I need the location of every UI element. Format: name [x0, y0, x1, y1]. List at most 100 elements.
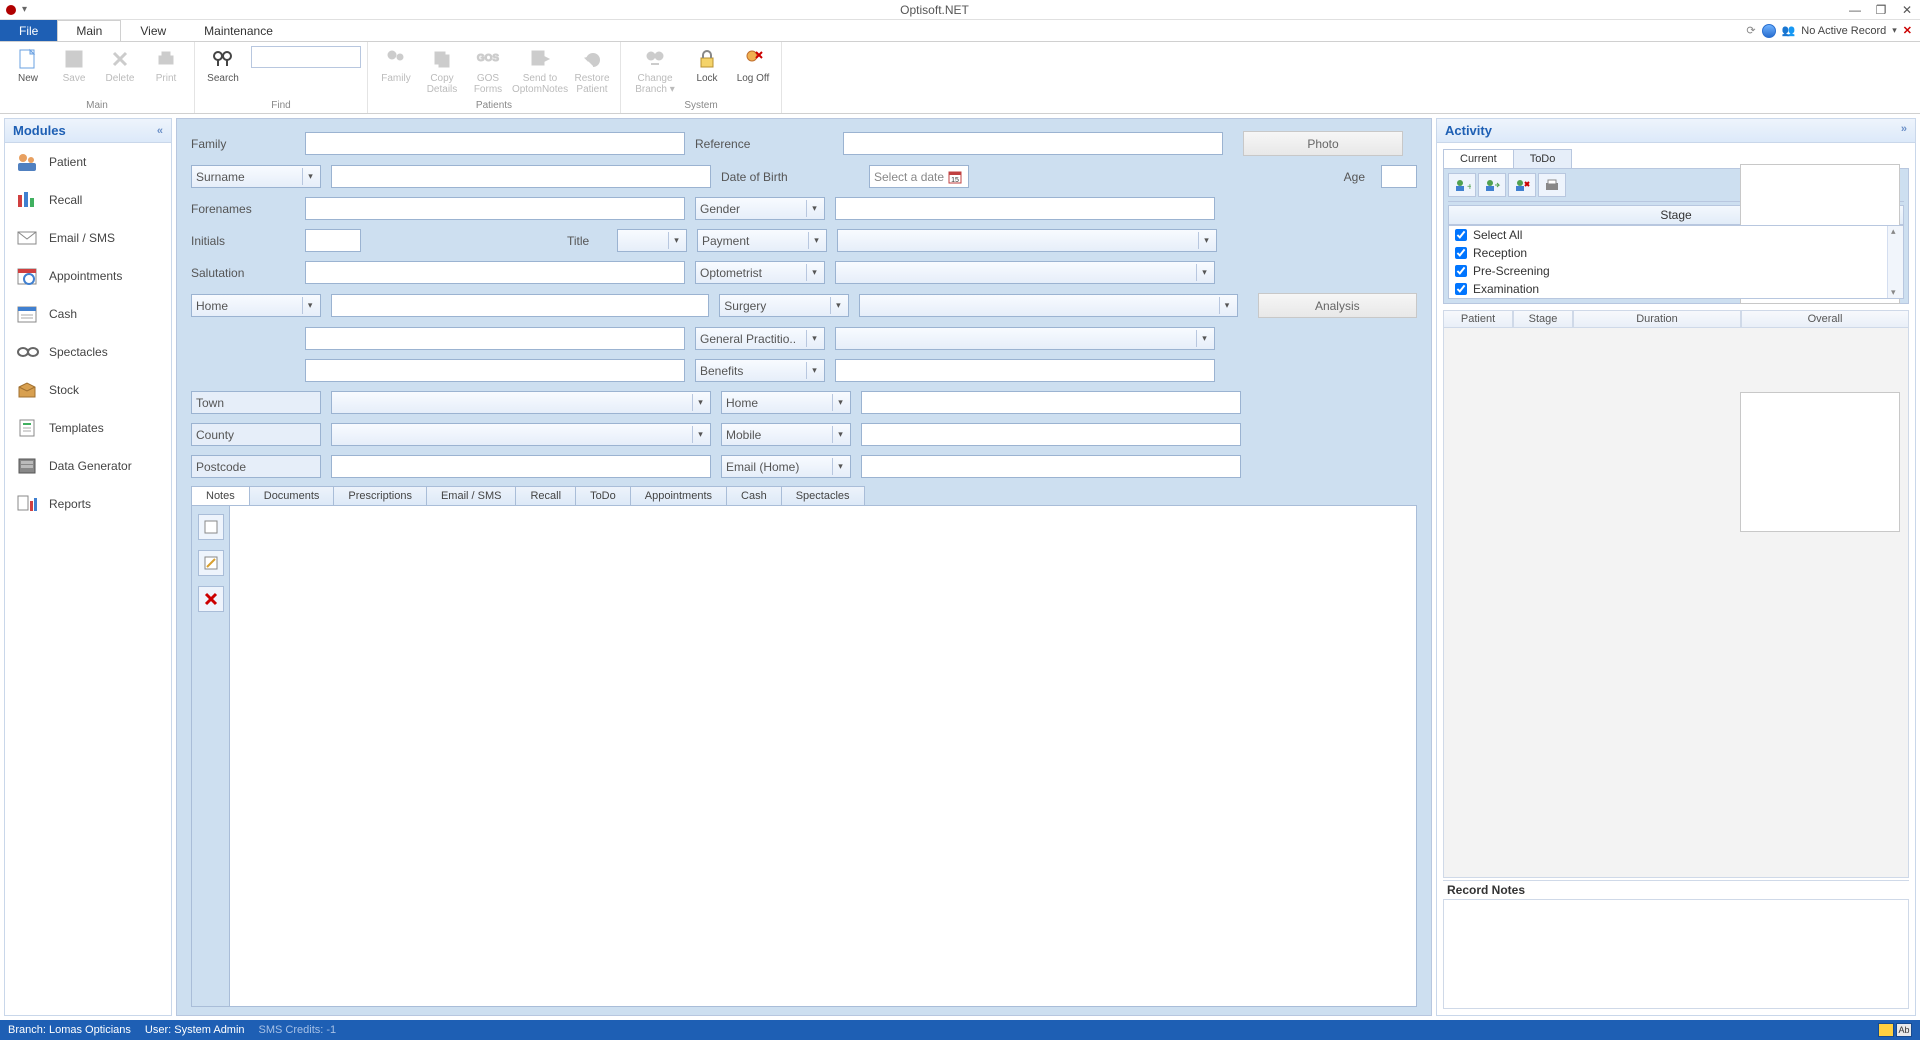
surgery-value[interactable]	[859, 294, 1238, 317]
tab-email-sms[interactable]: Email / SMS	[426, 486, 517, 505]
move-patient-icon[interactable]	[1478, 173, 1506, 197]
tab-recall[interactable]: Recall	[515, 486, 576, 505]
email-home-input[interactable]	[861, 455, 1241, 478]
checklist-scrollbar[interactable]	[1887, 226, 1903, 298]
lock-button[interactable]: Lock	[685, 44, 729, 84]
delete-note-button[interactable]	[198, 586, 224, 612]
check-prescreening[interactable]: Pre-Screening	[1449, 262, 1903, 280]
sync-icon[interactable]: ⟳	[1746, 24, 1755, 37]
close-record-icon[interactable]: ✕	[1903, 24, 1912, 37]
module-templates[interactable]: Templates	[5, 409, 171, 447]
tab-documents[interactable]: Documents	[249, 486, 335, 505]
logoff-button[interactable]: Log Off	[731, 44, 775, 84]
tab-file[interactable]: File	[0, 20, 57, 41]
tab-spectacles[interactable]: Spectacles	[781, 486, 865, 505]
save-button[interactable]: Save	[52, 44, 96, 84]
town-input[interactable]	[331, 391, 711, 414]
gender-value[interactable]	[835, 197, 1215, 220]
mobile-dropdown[interactable]: Mobile	[721, 423, 851, 446]
print-activity-icon[interactable]	[1538, 173, 1566, 197]
print-button[interactable]: Print	[144, 44, 188, 84]
analysis-button[interactable]: Analysis	[1258, 293, 1417, 318]
gp-dropdown[interactable]: General Practitio..	[695, 327, 825, 350]
activity-expand-icon[interactable]: »	[1901, 123, 1907, 138]
dob-picker[interactable]: Select a date15	[869, 165, 969, 188]
tab-todo[interactable]: ToDo	[575, 486, 631, 505]
activity-tab-current[interactable]: Current	[1443, 149, 1514, 168]
tab-main[interactable]: Main	[57, 20, 121, 41]
restore-patient-button[interactable]: Restore Patient	[570, 44, 614, 95]
salutation-input[interactable]	[305, 261, 685, 284]
modules-collapse-icon[interactable]: «	[157, 125, 163, 137]
col-duration[interactable]: Duration	[1573, 310, 1741, 328]
optometrist-dropdown[interactable]: Optometrist	[695, 261, 825, 284]
col-overall[interactable]: Overall	[1741, 310, 1909, 328]
status-indicator-2[interactable]: Ab	[1896, 1023, 1912, 1037]
family-button[interactable]: Family	[374, 44, 418, 84]
surgery-dropdown[interactable]: Surgery	[719, 294, 849, 317]
module-appointments[interactable]: Appointments	[5, 257, 171, 295]
address2-input[interactable]	[305, 327, 685, 350]
new-button[interactable]: New	[6, 44, 50, 84]
module-reports[interactable]: Reports	[5, 485, 171, 523]
active-record-label[interactable]: No Active Record	[1801, 25, 1886, 37]
copy-details-button[interactable]: Copy Details	[420, 44, 464, 95]
check-examination[interactable]: Examination	[1449, 280, 1903, 298]
module-cash[interactable]: Cash	[5, 295, 171, 333]
postcode-input[interactable]	[331, 455, 711, 478]
reference-input[interactable]	[843, 132, 1223, 155]
search-button[interactable]: Search	[201, 44, 245, 84]
close-button[interactable]: ✕	[1894, 3, 1920, 17]
tab-view[interactable]: View	[121, 20, 185, 41]
benefits-value[interactable]	[835, 359, 1215, 382]
gp-value[interactable]	[835, 327, 1215, 350]
activity-tab-todo[interactable]: ToDo	[1513, 149, 1573, 168]
family-input[interactable]	[305, 132, 685, 155]
check-select-all[interactable]: Select All	[1449, 226, 1903, 244]
surname-input[interactable]	[331, 165, 711, 188]
tab-maintenance[interactable]: Maintenance	[185, 20, 292, 41]
gender-dropdown[interactable]: Gender	[695, 197, 825, 220]
benefits-dropdown[interactable]: Benefits	[695, 359, 825, 382]
module-email-sms[interactable]: Email / SMS	[5, 219, 171, 257]
gos-forms-button[interactable]: GOSGOS Forms	[466, 44, 510, 95]
forenames-input[interactable]	[305, 197, 685, 220]
address1-input[interactable]	[331, 294, 710, 317]
county-input[interactable]	[331, 423, 711, 446]
module-patient[interactable]: Patient	[5, 143, 171, 181]
module-spectacles[interactable]: Spectacles	[5, 333, 171, 371]
phone-home-dropdown[interactable]: Home	[721, 391, 851, 414]
phone-home-input[interactable]	[861, 391, 1241, 414]
col-stage[interactable]: Stage	[1513, 310, 1573, 328]
module-stock[interactable]: Stock	[5, 371, 171, 409]
search-input[interactable]	[251, 46, 361, 68]
mobile-input[interactable]	[861, 423, 1241, 446]
optometrist-value[interactable]	[835, 261, 1215, 284]
new-note-button[interactable]	[198, 514, 224, 540]
send-optomnotes-button[interactable]: Send to OptomNotes	[512, 44, 568, 95]
tab-appointments[interactable]: Appointments	[630, 486, 727, 505]
tab-notes[interactable]: Notes	[191, 486, 250, 505]
edit-note-button[interactable]	[198, 550, 224, 576]
title-dropdown[interactable]	[617, 229, 687, 252]
addrtype-dropdown[interactable]: Home	[191, 294, 321, 317]
payment-value[interactable]	[837, 229, 1217, 252]
minimize-button[interactable]: —	[1842, 3, 1868, 17]
payment-dropdown[interactable]: Payment	[697, 229, 827, 252]
check-reception[interactable]: Reception	[1449, 244, 1903, 262]
email-home-dropdown[interactable]: Email (Home)	[721, 455, 851, 478]
record-notes-body[interactable]	[1443, 899, 1909, 1009]
change-branch-button[interactable]: Change Branch ▾	[627, 44, 683, 95]
maximize-button[interactable]: ❐	[1868, 3, 1894, 17]
remove-patient-icon[interactable]	[1508, 173, 1536, 197]
status-indicator-1[interactable]	[1878, 1023, 1894, 1037]
add-patient-icon[interactable]: +	[1448, 173, 1476, 197]
initials-input[interactable]	[305, 229, 361, 252]
surname-type-dropdown[interactable]: Surname	[191, 165, 321, 188]
module-data-generator[interactable]: Data Generator	[5, 447, 171, 485]
help-icon[interactable]	[1762, 24, 1776, 38]
col-patient[interactable]: Patient	[1443, 310, 1513, 328]
address3-input[interactable]	[305, 359, 685, 382]
module-recall[interactable]: Recall	[5, 181, 171, 219]
photo-button[interactable]: Photo	[1243, 131, 1403, 156]
